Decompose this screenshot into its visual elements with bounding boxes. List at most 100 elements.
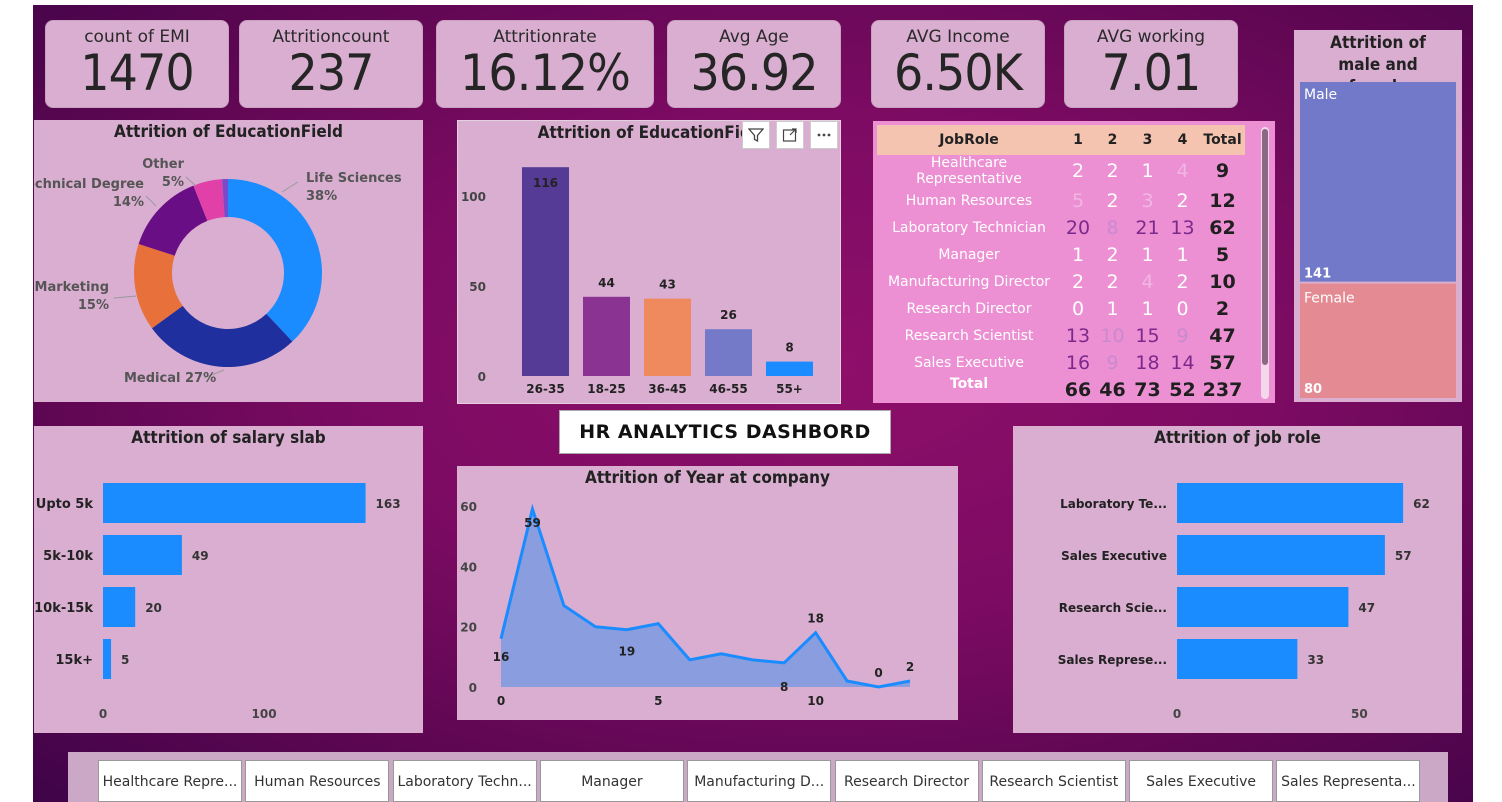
kpi-card-count-emi[interactable]: count of EMI 1470	[45, 20, 229, 108]
donut-label: Technical Degree	[34, 177, 144, 192]
matrix-row[interactable]: Research Scientist 13 10 15 9 47	[877, 322, 1245, 349]
matrix-row-label: Research Director	[906, 300, 1032, 317]
y-tick-label: Sales Represe...	[1058, 653, 1167, 667]
y-tick-label: 50	[469, 280, 486, 294]
matrix-cell: 2	[1176, 270, 1189, 293]
jobrole-slicer: Healthcare Repre... Human Resources Labora…	[68, 752, 1448, 802]
salary-bar-chart[interactable]: Upto 5k 163 5k-10k 49 10k-15k 20 15k+ 5 0 100	[34, 426, 423, 733]
jobrole-bar-chart[interactable]: Laboratory Te... 62 Sales Executive 57 Resea…	[1013, 426, 1462, 733]
bar-data-label: 20	[145, 601, 162, 615]
matrix-cell: 1	[1141, 297, 1154, 320]
matrix-cell: 20	[1065, 216, 1091, 239]
slicer-item[interactable]: Sales Representa...	[1276, 760, 1421, 802]
matrix-cell: 2	[1071, 270, 1085, 293]
slicer-item[interactable]: Manager	[539, 760, 684, 802]
bar	[103, 587, 136, 627]
matrix-cell: 15	[1135, 324, 1160, 347]
matrix-row-total: 10	[1209, 270, 1236, 293]
bar-data-label: 33	[1307, 653, 1324, 667]
x-tick-label: 10	[807, 694, 824, 708]
slicer-item[interactable]: Sales Executive	[1129, 760, 1274, 802]
treemap-label: Female	[1304, 291, 1355, 307]
matrix-header-2[interactable]: 2	[1095, 125, 1130, 155]
matrix-row[interactable]: Laboratory Technician 20 8 21 13 62	[877, 214, 1245, 241]
matrix-header-total[interactable]: Total	[1200, 125, 1245, 155]
matrix-cell: 3	[1141, 189, 1154, 212]
matrix-row[interactable]: Sales Executive 16 9 18 14 57	[877, 349, 1245, 376]
matrix-table: JobRole 1 2 3 4 Total Healthcare Represe…	[877, 125, 1245, 403]
slicer-item[interactable]: Manufacturing D...	[687, 760, 832, 802]
kpi-value: 36.92	[690, 44, 818, 102]
kpi-value: 6.50K	[894, 44, 1023, 102]
y-tick-label: 0	[469, 681, 477, 695]
matrix-row-total: 9	[1215, 160, 1230, 182]
bar	[583, 296, 630, 376]
matrix-header-1[interactable]: 1	[1061, 125, 1095, 155]
x-tick-label: 50	[1351, 707, 1368, 721]
kpi-card-avg-age[interactable]: Avg Age 36.92	[667, 20, 841, 108]
data-label: 0	[874, 666, 882, 680]
bar-data-label: 5	[121, 653, 129, 667]
year-at-company-panel[interactable]: Attrition of Year at company 0 20 40 60 16 59…	[457, 466, 958, 720]
matrix-row[interactable]: Manager 1 2 1 1 5	[877, 241, 1245, 268]
bar	[522, 167, 569, 376]
kpi-card-attrition-rate[interactable]: Attritionrate 16.12%	[436, 20, 654, 108]
matrix-scrollbar[interactable]	[1261, 127, 1269, 399]
year-area-chart[interactable]: 02040601659198180 20 5 10	[457, 466, 958, 720]
matrix-row[interactable]: Manufacturing Director 2 2 4 2 10	[877, 268, 1245, 295]
y-tick-label: 100	[461, 190, 486, 204]
matrix-row[interactable]: Healthcare Representative 2 2 1 4 9	[877, 155, 1245, 187]
scrollbar-thumb[interactable]	[1262, 129, 1268, 365]
slicer-item[interactable]: Healthcare Repre...	[98, 760, 242, 802]
matrix-header-3[interactable]: 3	[1130, 125, 1165, 155]
matrix-header-jobrole[interactable]: JobRole	[877, 125, 1061, 155]
matrix-cell: 9	[1106, 351, 1119, 374]
y-tick-label: 0	[478, 370, 486, 384]
slicer-item[interactable]: Research Director	[834, 760, 979, 802]
bar	[103, 535, 182, 575]
education-field-donut-panel[interactable]: Attrition of EducationField Life Science…	[34, 120, 423, 402]
job-role-panel[interactable]: Attrition of job role Laboratory Te... 62…	[1013, 426, 1462, 733]
data-label: 8	[780, 680, 788, 694]
matrix-row[interactable]: Research Director 0 1 1 0 2	[877, 295, 1245, 322]
x-tick-label: 5	[654, 694, 662, 708]
kpi-value: 16.12%	[460, 44, 631, 102]
matrix-row[interactable]: Human Resources 5 2 3 2 12	[877, 187, 1245, 214]
kpi-card-avg-income[interactable]: AVG Income 6.50K	[871, 20, 1045, 108]
age-bar-chart[interactable]: 0 50 100 116 26-35 44 18-25 43 36-45 26 46-55 8 55+	[458, 121, 842, 405]
gender-treemap[interactable]: Male 141 Female 80	[1294, 30, 1462, 402]
y-tick-label: 20	[460, 621, 477, 635]
slicer-item[interactable]: Laboratory Techn...	[392, 760, 537, 802]
kpi-card-attrition-count[interactable]: Attritioncount 237	[239, 20, 423, 108]
treemap-value: 141	[1304, 267, 1331, 282]
report-canvas: count of EMI 1470 Attritioncount 237 Att…	[33, 5, 1473, 802]
matrix-row-total: 57	[1209, 351, 1236, 374]
matrix-cell: 4	[1176, 160, 1189, 182]
matrix-cell: 1	[1141, 243, 1154, 266]
matrix-cell: 2	[1106, 243, 1119, 266]
salary-slab-panel[interactable]: Attrition of salary slab Upto 5k 163 5k-10…	[34, 426, 423, 733]
matrix-total-row: Total 66 46 73 52 237	[877, 376, 1245, 403]
matrix-cell: 1	[1106, 297, 1119, 320]
matrix-total-cell: 73	[1134, 378, 1161, 401]
slicer-item[interactable]: Research Scientist	[981, 760, 1126, 802]
bar-data-label: 8	[785, 341, 793, 355]
jobrole-matrix[interactable]: JobRole 1 2 3 4 Total Healthcare Represe…	[873, 121, 1275, 403]
donut-chart[interactable]: Life Sciences 38% Medical 27% Marketing 15% T…	[34, 120, 423, 402]
age-bar-panel[interactable]: Attrition of EducationFie 0 50 100 116 26-35…	[457, 120, 841, 404]
bar-data-label: 116	[533, 176, 558, 190]
donut-label: Other	[142, 157, 184, 172]
matrix-header-4[interactable]: 4	[1165, 125, 1200, 155]
y-tick-label: 5k-10k	[43, 549, 93, 564]
x-tick-label: 46-55	[709, 382, 747, 396]
matrix-cell: 16	[1065, 351, 1091, 374]
x-tick-label: 0	[1173, 707, 1181, 721]
matrix-header-row: JobRole 1 2 3 4 Total	[877, 125, 1245, 155]
donut-slice	[138, 185, 208, 256]
data-label: 16	[493, 650, 510, 664]
slicer-item[interactable]: Human Resources	[245, 760, 390, 802]
matrix-cell: 9	[1176, 324, 1189, 347]
donut-leader-line	[185, 176, 197, 187]
gender-treemap-panel[interactable]: Attrition of male and female Male141Fema…	[1294, 30, 1462, 402]
kpi-card-avg-working[interactable]: AVG working 7.01	[1064, 20, 1238, 108]
